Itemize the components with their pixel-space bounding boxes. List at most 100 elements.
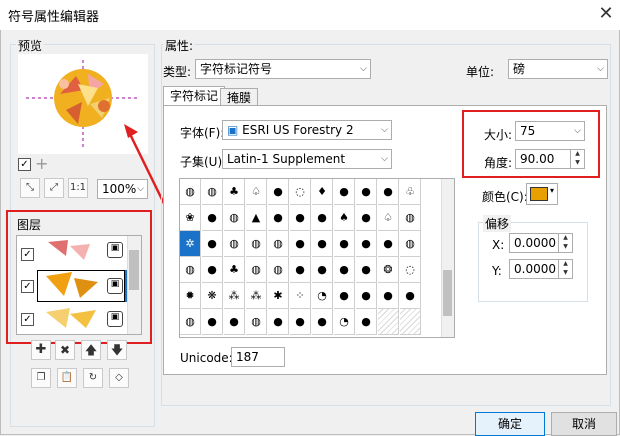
glyph-cell[interactable]: ◔: [334, 309, 355, 335]
close-icon[interactable]: ✕: [593, 2, 619, 26]
glyph-cell[interactable]: ◍: [180, 179, 201, 205]
layer-3-thumbnail[interactable]: [40, 304, 110, 330]
glyph-cell[interactable]: ◍: [180, 257, 201, 283]
glyph-cell[interactable]: ✱: [268, 283, 289, 309]
lock-icon[interactable]: ▣: [107, 278, 123, 294]
glyph-cell[interactable]: ●: [378, 231, 399, 257]
glyph-cell[interactable]: [400, 309, 421, 335]
glyph-cell[interactable]: ♤: [378, 205, 399, 231]
glyph-cell[interactable]: ◍: [246, 309, 267, 335]
size-select[interactable]: 75 ⌵: [515, 121, 585, 141]
tag-icon[interactable]: ◇: [109, 368, 129, 388]
glyph-cell[interactable]: ●: [312, 257, 333, 283]
layer-1-checkbox[interactable]: ✓: [21, 248, 34, 261]
layer-2-thumbnail[interactable]: [40, 272, 110, 298]
move-down-icon[interactable]: 🡇: [107, 340, 127, 360]
subset-select[interactable]: Latin-1 Supplement ⌵: [222, 149, 392, 169]
layer-1-thumbnail[interactable]: [40, 238, 110, 264]
glyph-cell[interactable]: ●: [400, 283, 421, 309]
reset-icon[interactable]: ↻: [83, 368, 103, 388]
glyph-cell[interactable]: ✹: [180, 283, 201, 309]
layers-scroll-thumb[interactable]: [129, 250, 139, 290]
offset-y-spinner[interactable]: ▲ ▼: [558, 259, 572, 279]
glyph-cell[interactable]: ◍: [400, 205, 421, 231]
glyph-cell[interactable]: ▲: [246, 205, 267, 231]
font-select[interactable]: ▣ ESRI US Forestry 2 ⌵: [222, 120, 392, 140]
glyph-cell[interactable]: ●: [268, 205, 289, 231]
tab-mask[interactable]: 掩膜: [220, 88, 259, 106]
glyph-cell[interactable]: ❋: [202, 283, 223, 309]
glyph-cell[interactable]: ●: [334, 231, 355, 257]
glyph-cell[interactable]: ⁂: [224, 283, 245, 309]
copy-icon[interactable]: ❐: [31, 368, 51, 388]
tab-character-marker[interactable]: 字符标记: [163, 86, 226, 106]
preview-checkbox[interactable]: ✓: [18, 158, 31, 171]
glyph-cell[interactable]: ●: [378, 283, 399, 309]
offset-x-spinner[interactable]: ▲ ▼: [558, 233, 572, 253]
glyph-cell[interactable]: ◌: [400, 257, 421, 283]
glyph-cell[interactable]: ◔: [312, 283, 333, 309]
glyph-cell[interactable]: ●: [356, 283, 377, 309]
layer-3-checkbox[interactable]: ✓: [21, 313, 34, 326]
glyph-cell[interactable]: ♣: [224, 179, 245, 205]
type-select[interactable]: 字符标记符号 ⌵: [195, 59, 371, 79]
glyph-cell[interactable]: ●: [312, 309, 333, 335]
glyph-cell[interactable]: ♦: [312, 179, 333, 205]
glyph-cell[interactable]: ◍: [180, 309, 201, 335]
glyph-cell[interactable]: ◍: [268, 257, 289, 283]
zoom-in-icon[interactable]: ⤡: [20, 178, 40, 198]
remove-layer-icon[interactable]: ✖: [55, 340, 75, 360]
glyph-cell[interactable]: ◍: [246, 257, 267, 283]
color-picker[interactable]: ▾: [526, 183, 558, 205]
glyph-cell[interactable]: ●: [290, 257, 311, 283]
glyph-cell[interactable]: ●: [202, 231, 223, 257]
glyph-cell[interactable]: ●: [290, 231, 311, 257]
offset-y-field[interactable]: 0.0000 ▲ ▼: [509, 259, 573, 279]
glyph-cell[interactable]: ♣: [224, 257, 245, 283]
glyph-cell[interactable]: ✲: [180, 231, 201, 257]
move-up-icon[interactable]: 🡅: [81, 340, 101, 360]
glyph-cell[interactable]: ●: [312, 205, 333, 231]
glyph-cell[interactable]: ⁂: [246, 283, 267, 309]
glyph-cell[interactable]: ●: [202, 257, 223, 283]
unit-select[interactable]: 磅 ⌵: [508, 59, 608, 79]
angle-field[interactable]: 90.00 ▲ ▼: [515, 149, 585, 169]
glyph-cell[interactable]: ●: [290, 205, 311, 231]
glyph-cell[interactable]: ●: [268, 309, 289, 335]
zoom-out-icon[interactable]: ⤢: [44, 178, 64, 198]
glyph-cell[interactable]: ◍: [224, 205, 245, 231]
glyph-cell[interactable]: ●: [378, 179, 399, 205]
glyph-cell[interactable]: ❂: [378, 257, 399, 283]
lock-icon[interactable]: ▣: [107, 242, 123, 258]
cancel-button[interactable]: 取消: [551, 412, 617, 436]
glyph-cell[interactable]: ◌: [290, 179, 311, 205]
glyph-cell[interactable]: ♤: [246, 179, 267, 205]
angle-spinner[interactable]: ▲ ▼: [570, 149, 584, 169]
glyph-cell[interactable]: ●: [202, 205, 223, 231]
glyph-cell[interactable]: ●: [356, 257, 377, 283]
glyph-cell[interactable]: ♠: [334, 205, 355, 231]
grid-scroll-thumb[interactable]: [443, 270, 452, 316]
glyph-cell[interactable]: ⁘: [290, 283, 311, 309]
glyph-cell[interactable]: ●: [356, 205, 377, 231]
add-icon[interactable]: +: [35, 154, 48, 173]
glyph-cell[interactable]: ♧: [400, 179, 421, 205]
glyph-cell[interactable]: ●: [334, 179, 355, 205]
glyph-cell[interactable]: ●: [202, 309, 223, 335]
glyph-cell[interactable]: ●: [290, 309, 311, 335]
glyph-cell[interactable]: ●: [356, 231, 377, 257]
layer-2-checkbox[interactable]: ✓: [21, 280, 34, 293]
glyph-cell[interactable]: ◍: [246, 231, 267, 257]
glyph-cell[interactable]: ◍: [202, 179, 223, 205]
glyph-cell[interactable]: ●: [356, 179, 377, 205]
glyph-cell[interactable]: ●: [334, 283, 355, 309]
glyph-cell[interactable]: ◍: [224, 231, 245, 257]
ok-button[interactable]: 确定: [475, 412, 545, 436]
glyph-cell[interactable]: ●: [356, 309, 377, 335]
glyph-cell[interactable]: ❀: [180, 205, 201, 231]
lock-icon[interactable]: ▣: [107, 311, 123, 327]
unicode-field[interactable]: 187: [231, 347, 285, 367]
add-layer-icon[interactable]: ✚: [31, 340, 51, 360]
glyph-cell[interactable]: [378, 309, 399, 335]
paste-icon[interactable]: 📋: [57, 368, 77, 388]
